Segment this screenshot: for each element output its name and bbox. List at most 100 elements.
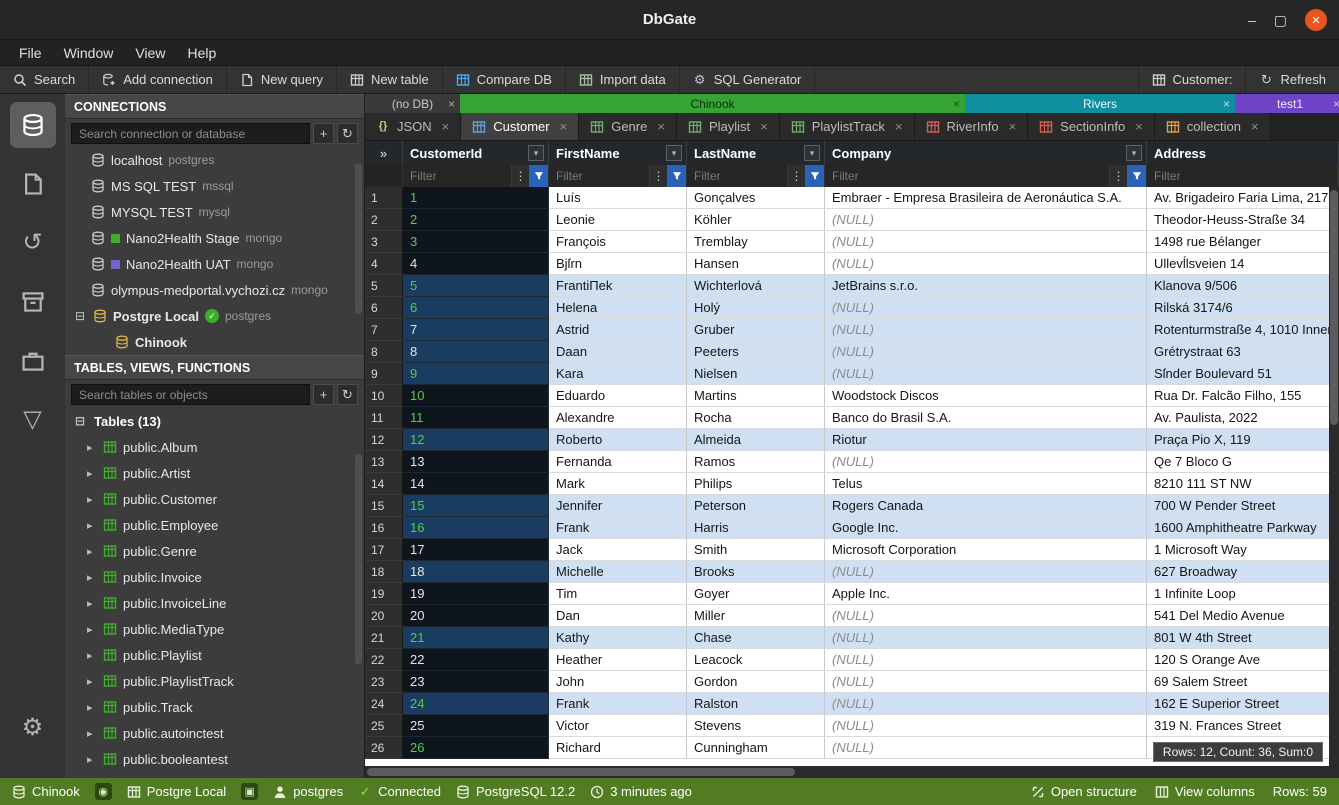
cell-company[interactable]: (NULL) <box>825 297 1147 319</box>
toolbar-button-sql-generator[interactable]: ⚙SQL Generator <box>680 66 816 93</box>
row-number[interactable]: 12 <box>365 429 403 451</box>
row-number[interactable]: 7 <box>365 319 403 341</box>
cell-customerid[interactable]: 26 <box>403 737 549 759</box>
cell-company[interactable]: Riotur <box>825 429 1147 451</box>
table-item-public-booleantest[interactable]: ▸public.booleantest <box>65 746 364 772</box>
column-header-customerid[interactable]: CustomerId▾ <box>403 141 549 165</box>
chevron-right-icon[interactable]: ▸ <box>87 675 97 688</box>
expand-all-button[interactable]: » <box>365 141 403 165</box>
chevron-down-icon[interactable]: ▾ <box>804 145 820 161</box>
cell-customerid[interactable]: 16 <box>403 517 549 539</box>
row-number[interactable]: 22 <box>365 649 403 671</box>
row-number[interactable]: 6 <box>365 297 403 319</box>
cell-firstname[interactable]: Victor <box>549 715 687 737</box>
cell-customerid[interactable]: 21 <box>403 627 549 649</box>
cell-company[interactable]: (NULL) <box>825 715 1147 737</box>
chevron-right-icon[interactable]: ▸ <box>87 649 97 662</box>
cell-firstname[interactable]: Fernanda <box>549 451 687 473</box>
cell-firstname[interactable]: Kara <box>549 363 687 385</box>
toolbar-button-new-table[interactable]: New table <box>337 66 443 93</box>
cell-firstname[interactable]: Eduardo <box>549 385 687 407</box>
close-icon[interactable]: × <box>1009 119 1017 134</box>
cell-company[interactable]: Embraer - Empresa Brasileira de Aeronáut… <box>825 187 1147 209</box>
cell-customerid[interactable]: 12 <box>403 429 549 451</box>
rail-item-history-icon[interactable]: ↺ <box>10 220 56 266</box>
kebab-menu-button[interactable]: ⋮ <box>1110 165 1127 187</box>
table-row[interactable]: 2020DanMiller(NULL)541 Del Medio Avenue <box>365 605 1339 627</box>
table-item-public-playlisttrack[interactable]: ▸public.PlaylistTrack <box>65 668 364 694</box>
horizontal-scrollbar-thumb[interactable] <box>367 768 795 776</box>
connection-item-nano2health-uat[interactable]: Nano2Health UATmongo <box>65 251 364 277</box>
table-row[interactable]: 44BjſrnHansen(NULL)Ullevĺlsveien 14 <box>365 253 1339 275</box>
menu-help[interactable]: Help <box>176 45 227 61</box>
file-tab-playlisttrack[interactable]: PlaylistTrack× <box>780 113 915 140</box>
cell-company[interactable]: (NULL) <box>825 319 1147 341</box>
menu-window[interactable]: Window <box>53 45 125 61</box>
minimize-button[interactable]: – <box>1248 12 1256 28</box>
table-row[interactable]: 99KaraNielsen(NULL)Sſnder Boulevard 51 <box>365 363 1339 385</box>
cell-customerid[interactable]: 15 <box>403 495 549 517</box>
cell-address[interactable]: Av. Paulista, 2022 <box>1147 407 1339 429</box>
cell-lastname[interactable]: Stevens <box>687 715 825 737</box>
row-number[interactable]: 26 <box>365 737 403 759</box>
cell-firstname[interactable]: Mark <box>549 473 687 495</box>
table-row[interactable]: 2323JohnGordon(NULL)69 Salem Street <box>365 671 1339 693</box>
table-item-public-album[interactable]: ▸public.Album <box>65 434 364 460</box>
cell-customerid[interactable]: 8 <box>403 341 549 363</box>
cell-lastname[interactable]: Martins <box>687 385 825 407</box>
cell-address[interactable]: Grétrystraat 63 <box>1147 341 1339 363</box>
cell-company[interactable]: (NULL) <box>825 649 1147 671</box>
cell-firstname[interactable]: John <box>549 671 687 693</box>
cell-company[interactable]: (NULL) <box>825 737 1147 759</box>
chevron-right-icon[interactable]: ▸ <box>87 571 97 584</box>
cell-firstname[interactable]: Leonie <box>549 209 687 231</box>
cell-firstname[interactable]: Alexandre <box>549 407 687 429</box>
table-row[interactable]: 2121KathyChase(NULL)801 W 4th Street <box>365 627 1339 649</box>
row-number[interactable]: 18 <box>365 561 403 583</box>
file-tab-genre[interactable]: Genre× <box>579 113 677 140</box>
rail-item-briefcase-icon[interactable] <box>10 338 56 384</box>
file-tab-collection[interactable]: collection× <box>1155 113 1271 140</box>
row-number[interactable]: 11 <box>365 407 403 429</box>
close-icon[interactable]: × <box>442 119 450 134</box>
cell-firstname[interactable]: Richard <box>549 737 687 759</box>
cell-customerid[interactable]: 11 <box>403 407 549 429</box>
cell-firstname[interactable]: Tim <box>549 583 687 605</box>
close-icon[interactable]: × <box>953 97 960 111</box>
cell-customerid[interactable]: 1 <box>403 187 549 209</box>
toolbar-button-import-data[interactable]: Import data <box>566 66 680 93</box>
filter-funnel-button[interactable] <box>805 165 824 187</box>
database-tab-rivers[interactable]: Rivers× <box>965 94 1235 113</box>
close-icon[interactable]: × <box>560 119 568 134</box>
file-tab-riverinfo[interactable]: RiverInfo× <box>915 113 1029 140</box>
cell-firstname[interactable]: Frank <box>549 517 687 539</box>
kebab-menu-button[interactable]: ⋮ <box>788 165 805 187</box>
cell-customerid[interactable]: 3 <box>403 231 549 253</box>
row-number[interactable]: 3 <box>365 231 403 253</box>
refresh-objects-button[interactable]: ↻ <box>337 384 358 405</box>
cell-firstname[interactable]: Michelle <box>549 561 687 583</box>
cell-address[interactable]: 541 Del Medio Avenue <box>1147 605 1339 627</box>
table-row[interactable]: 1111AlexandreRochaBanco do Brasil S.A.Av… <box>365 407 1339 429</box>
close-icon[interactable]: × <box>895 119 903 134</box>
table-row[interactable]: 66HelenaHolý(NULL)Rilská 3174/6 <box>365 297 1339 319</box>
cell-lastname[interactable]: Wichterlová <box>687 275 825 297</box>
chevron-right-icon[interactable]: ▸ <box>87 467 97 480</box>
cell-company[interactable]: Apple Inc. <box>825 583 1147 605</box>
table-row[interactable]: 2424FrankRalston(NULL)162 E Superior Str… <box>365 693 1339 715</box>
column-header-address[interactable]: Address <box>1147 141 1339 165</box>
cell-customerid[interactable]: 7 <box>403 319 549 341</box>
rail-item-database-icon[interactable] <box>10 102 56 148</box>
cell-lastname[interactable]: Tremblay <box>687 231 825 253</box>
cell-company[interactable]: (NULL) <box>825 363 1147 385</box>
file-tab-sectioninfo[interactable]: SectionInfo× <box>1028 113 1155 140</box>
file-tab-customer[interactable]: Customer× <box>461 113 579 140</box>
connection-item-localhost[interactable]: localhostpostgres <box>65 147 364 173</box>
table-row[interactable]: 2222HeatherLeacock(NULL)120 S Orange Ave <box>365 649 1339 671</box>
cell-address[interactable]: 801 W 4th Street <box>1147 627 1339 649</box>
row-number[interactable]: 1 <box>365 187 403 209</box>
cell-lastname[interactable]: Leacock <box>687 649 825 671</box>
cell-address[interactable]: 627 Broadway <box>1147 561 1339 583</box>
cell-firstname[interactable]: Luís <box>549 187 687 209</box>
cell-address[interactable]: Praça Pio X, 119 <box>1147 429 1339 451</box>
